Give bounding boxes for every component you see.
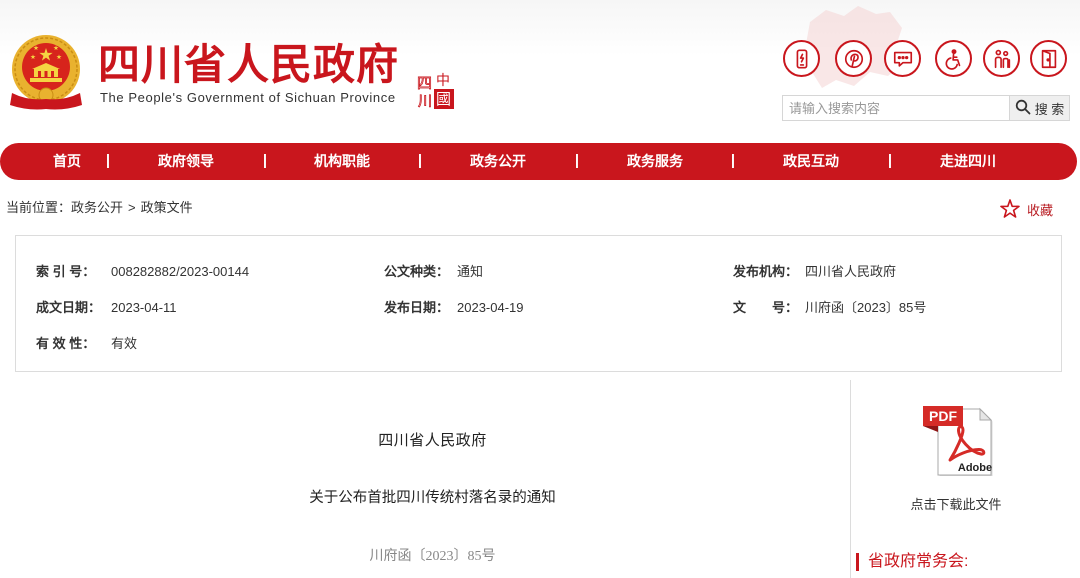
nav-item-interaction[interactable]: 政民互动 (783, 143, 839, 180)
search-button-label: 搜 索 (1034, 101, 1065, 117)
nav-item-open-government[interactable]: 政务公开 (470, 143, 526, 180)
nav-item-services[interactable]: 政务服务 (627, 143, 683, 180)
nav-separator: | (730, 152, 736, 169)
breadcrumb: 当前位置：政务公开 > 政策文件 (6, 199, 193, 217)
right-sidebar: PDF Adobe 点击下载此文件 省政府常务会: (850, 380, 1076, 578)
meta-label-doc-type: 公文种类： (384, 264, 450, 279)
section-title-executive-meeting[interactable]: 省政府常务会: (868, 551, 968, 573)
meta-label-doc-no: 文 号： (733, 300, 799, 315)
download-file-link[interactable]: 点击下载此文件 (851, 496, 1061, 514)
svg-text:四: 四 (417, 74, 432, 92)
meta-value-doc-type: 通知 (457, 264, 484, 279)
document-number: 川府函〔2023〕85号 (369, 549, 496, 564)
nav-item-leaders[interactable]: 政府领导 (158, 143, 214, 180)
svg-text:PDF: PDF (929, 408, 957, 424)
meta-value-validity: 有效 (111, 336, 138, 351)
nav-separator: | (262, 152, 268, 169)
breadcrumb-prefix: 当前位置： (6, 200, 72, 215)
site-title[interactable]: 四川省人民政府 (98, 40, 399, 90)
breadcrumb-link-policy-documents[interactable]: 政策文件 (141, 200, 193, 215)
search-icon (1015, 99, 1031, 118)
star-outline-icon (999, 198, 1021, 225)
meta-label-publisher: 发布机构： (733, 264, 799, 279)
national-emblem-icon[interactable] (8, 33, 84, 113)
favorite-button[interactable]: 收藏 (999, 198, 1053, 220)
svg-text:Adobe: Adobe (958, 462, 992, 474)
nav-item-home[interactable]: 首页 (53, 143, 81, 180)
meta-value-publish-date: 2023-04-19 (457, 300, 524, 315)
meta-value-written-date: 2023-04-11 (111, 300, 177, 315)
meta-label-publish-date: 发布日期： (384, 300, 450, 315)
accessibility-icon[interactable] (935, 40, 972, 77)
favorite-label: 收藏 (1027, 203, 1054, 218)
search-input[interactable] (783, 96, 1009, 120)
svg-text:國: 國 (436, 90, 451, 108)
page: 四川省人民政府 The People's Government of Sichu… (0, 0, 1080, 578)
elderly-care-icon[interactable] (983, 40, 1020, 77)
search-box: 搜 索 (782, 95, 1070, 121)
nav-item-about-sichuan[interactable]: 走进四川 (940, 143, 996, 180)
document-meta-table: 索 引 号： 008282882/2023-00144 公文种类： 通知 发布机… (15, 235, 1062, 372)
nav-item-institutions[interactable]: 机构职能 (314, 143, 370, 180)
nav-separator: | (105, 152, 111, 169)
svg-text:川: 川 (418, 94, 432, 109)
meta-value-doc-no: 川府函〔2023〕85号 (805, 300, 927, 315)
nav-separator: | (417, 152, 423, 169)
nav-separator: | (574, 152, 580, 169)
meta-value-publisher: 四川省人民政府 (805, 264, 897, 279)
section-title-bar (856, 553, 859, 571)
breadcrumb-link-open-government[interactable]: 政务公开 (71, 200, 123, 215)
meta-label-index-no: 索 引 号： (36, 264, 96, 279)
site-header: 四川省人民政府 The People's Government of Sichu… (0, 0, 1080, 140)
document-issuer: 四川省人民政府 (378, 433, 487, 449)
breadcrumb-separator: > (128, 200, 136, 215)
svg-text:中: 中 (436, 73, 450, 89)
meta-label-validity: 有 效 性： (36, 336, 96, 351)
nav-separator: | (887, 152, 893, 169)
exit-door-icon[interactable] (1030, 40, 1067, 77)
pdf-download-icon[interactable]: PDF Adobe (920, 402, 994, 477)
document-title: 关于公布首批四川传统村落名录的通知 (309, 490, 556, 506)
search-button[interactable]: 搜 索 (1009, 96, 1069, 120)
meta-value-index-no: 008282882/2023-00144 (111, 264, 250, 279)
message-icon[interactable] (884, 40, 921, 77)
p-logo-icon[interactable] (835, 40, 872, 77)
main-nav: 首页 | 政府领导 | 机构职能 | 政务公开 | 政务服务 | 政民互动 | … (0, 143, 1077, 180)
sichuan-seal-logo: 中 國 四 川 (417, 71, 454, 110)
mobile-phone-icon[interactable] (783, 40, 820, 77)
meta-label-written-date: 成文日期： (36, 300, 102, 315)
site-subtitle: The People's Government of Sichuan Provi… (100, 90, 396, 105)
